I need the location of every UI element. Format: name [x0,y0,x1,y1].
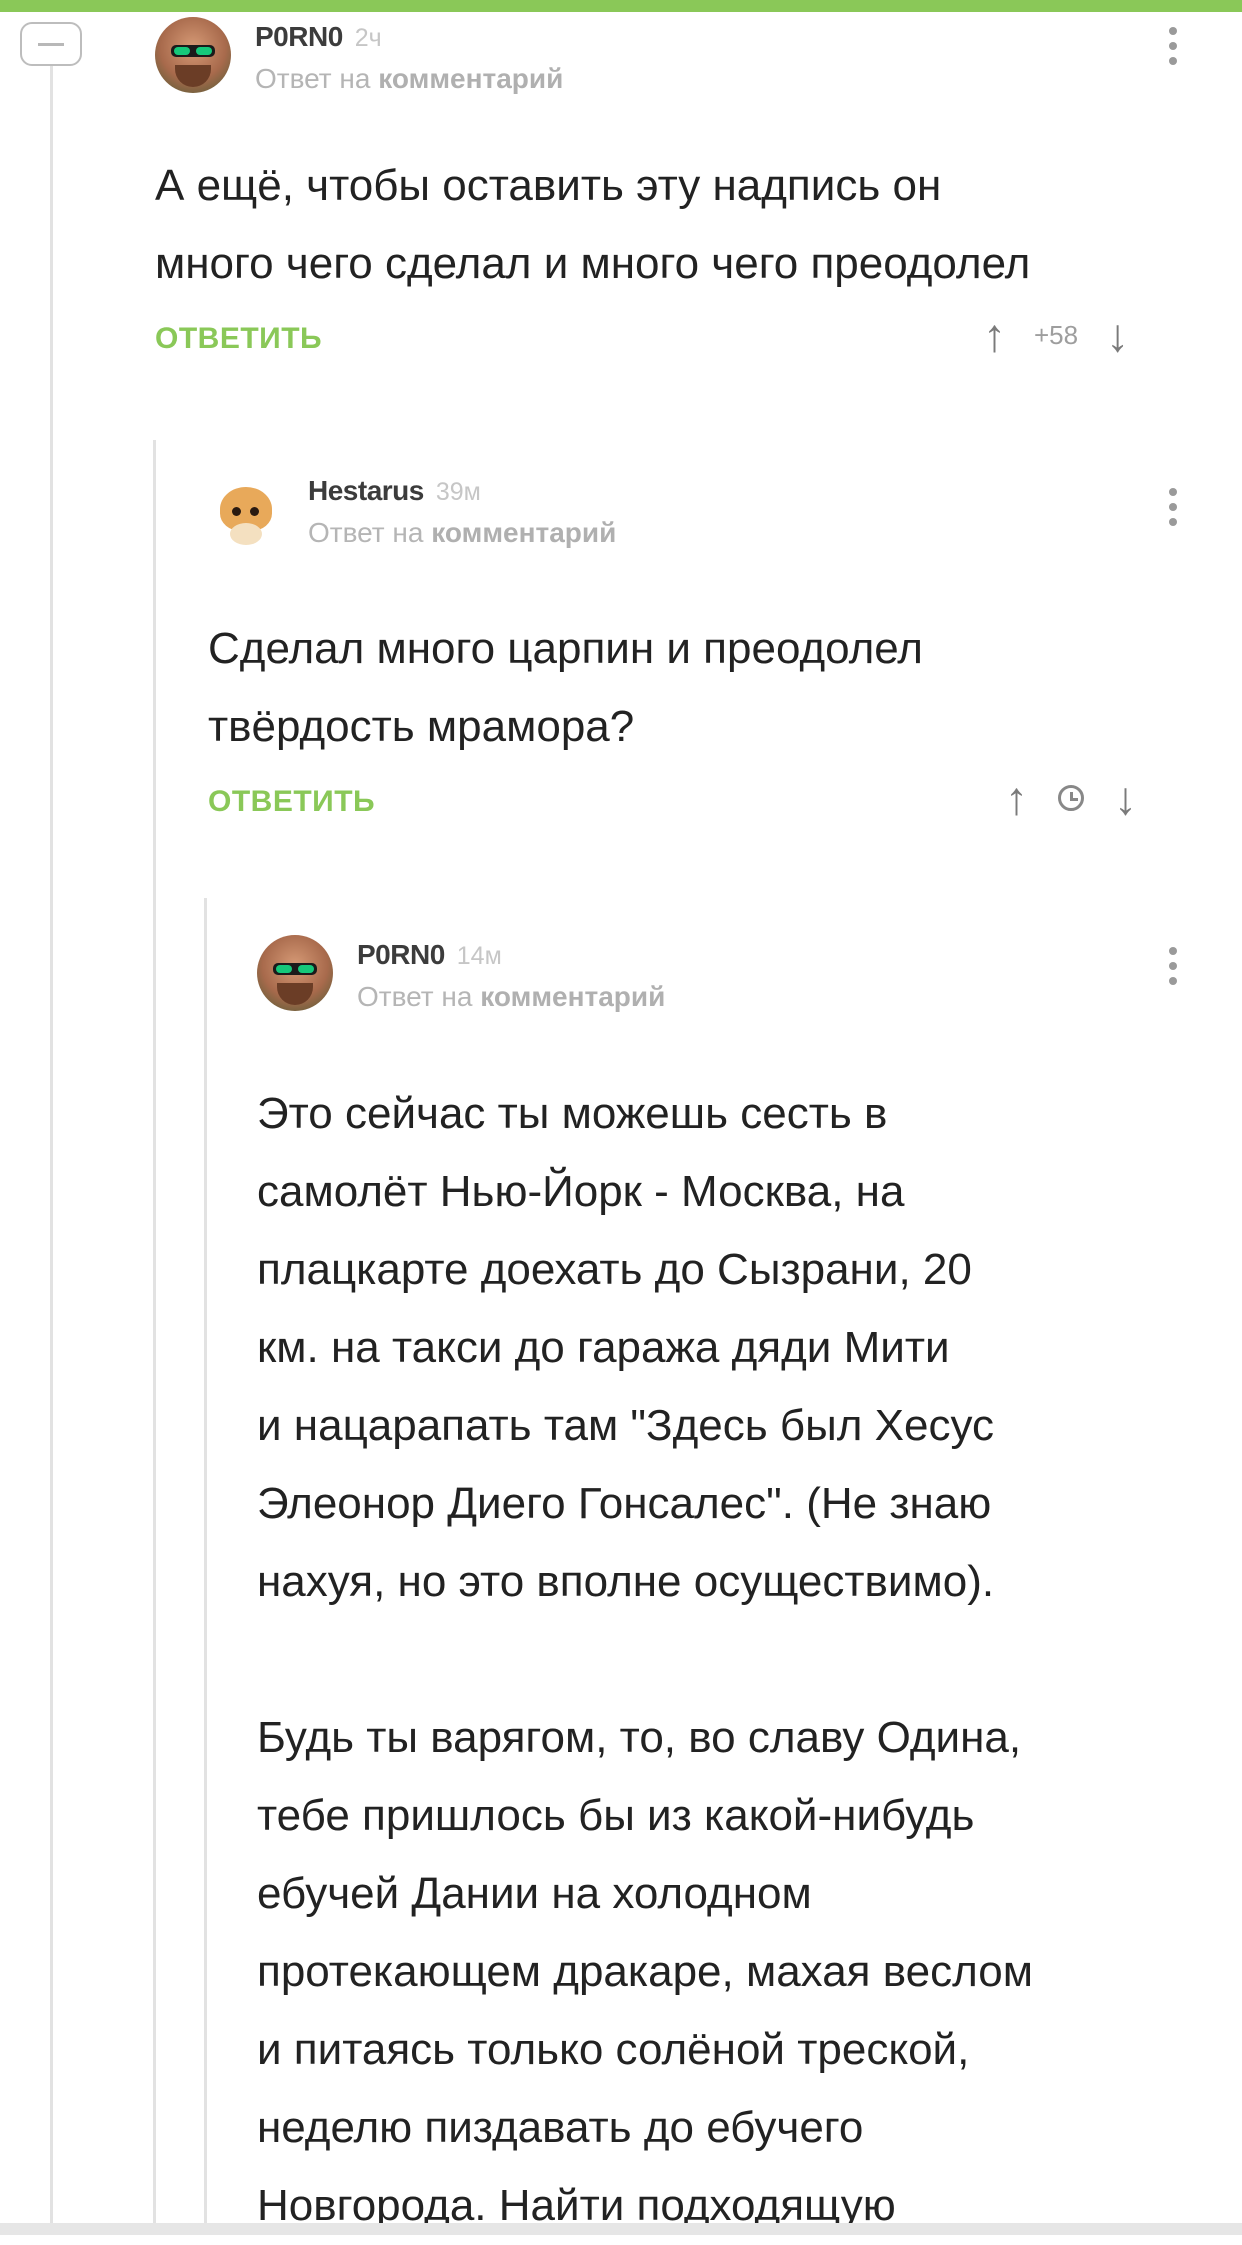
comment-time: 39м [435,478,481,506]
comment-meta: P0RN0 14м Ответ на комментарий [357,939,665,1013]
collapse-thread-button[interactable] [20,22,82,66]
comment-time: 14м [456,942,502,970]
comment-meta: Hestarus 39м Ответ на комментарий [308,475,616,549]
avatar[interactable] [208,475,284,551]
more-vertical-icon[interactable] [1169,947,1177,992]
vote-controls: ↑ ↓ [1005,775,1137,821]
comment-text: Это сейчас ты можешь сесть в самолёт Нью… [257,1089,1033,2230]
comment: P0RN0 2ч Ответ на комментарий А ещё, что… [155,17,1242,377]
comment: P0RN0 14м Ответ на комментарий Это сейча… [257,935,1242,2230]
reply-to-line: Ответ на комментарий [357,981,666,1012]
comment-text: Сделал много царпин и преодолел твёрдост… [208,624,923,751]
avatar[interactable] [155,17,231,93]
comment-meta: P0RN0 2ч Ответ на комментарий [255,21,563,95]
arrow-down-icon[interactable]: ↓ [1114,775,1137,821]
thread-line[interactable] [50,66,53,2226]
reply-to-line: Ответ на комментарий [308,517,617,548]
reply-to-link[interactable]: комментарий [480,981,665,1012]
avatar[interactable] [257,935,333,1011]
reply-to-link[interactable]: комментарий [431,517,616,548]
author-name[interactable]: P0RN0 [255,21,343,53]
reply-to-link[interactable]: комментарий [378,63,563,94]
comment-text: А ещё, чтобы оставить эту надпись он мно… [155,161,1031,288]
more-vertical-icon[interactable] [1169,27,1177,72]
reply-button[interactable]: ОТВЕТИТЬ [208,785,375,819]
comment-time: 2ч [354,24,382,52]
minus-icon [38,43,64,46]
rating: +58 [1034,319,1079,350]
vote-controls: ↑ +58 ↓ [983,312,1129,358]
more-vertical-icon[interactable] [1169,488,1177,533]
arrow-up-icon[interactable]: ↑ [983,312,1006,358]
arrow-up-icon[interactable]: ↑ [1005,775,1028,821]
comment: Hestarus 39м Ответ на комментарий Сделал… [208,475,1242,835]
bottom-bar [0,2223,1242,2235]
author-name[interactable]: Hestarus [308,475,424,507]
clock-icon [1058,785,1084,811]
arrow-down-icon[interactable]: ↓ [1106,312,1129,358]
reply-to-line: Ответ на комментарий [255,63,564,94]
author-name[interactable]: P0RN0 [357,939,445,971]
reply-button[interactable]: ОТВЕТИТЬ [155,322,322,356]
thread-line[interactable] [153,440,156,2230]
thread-line[interactable] [204,898,207,2228]
top-accent-bar [0,0,1242,12]
